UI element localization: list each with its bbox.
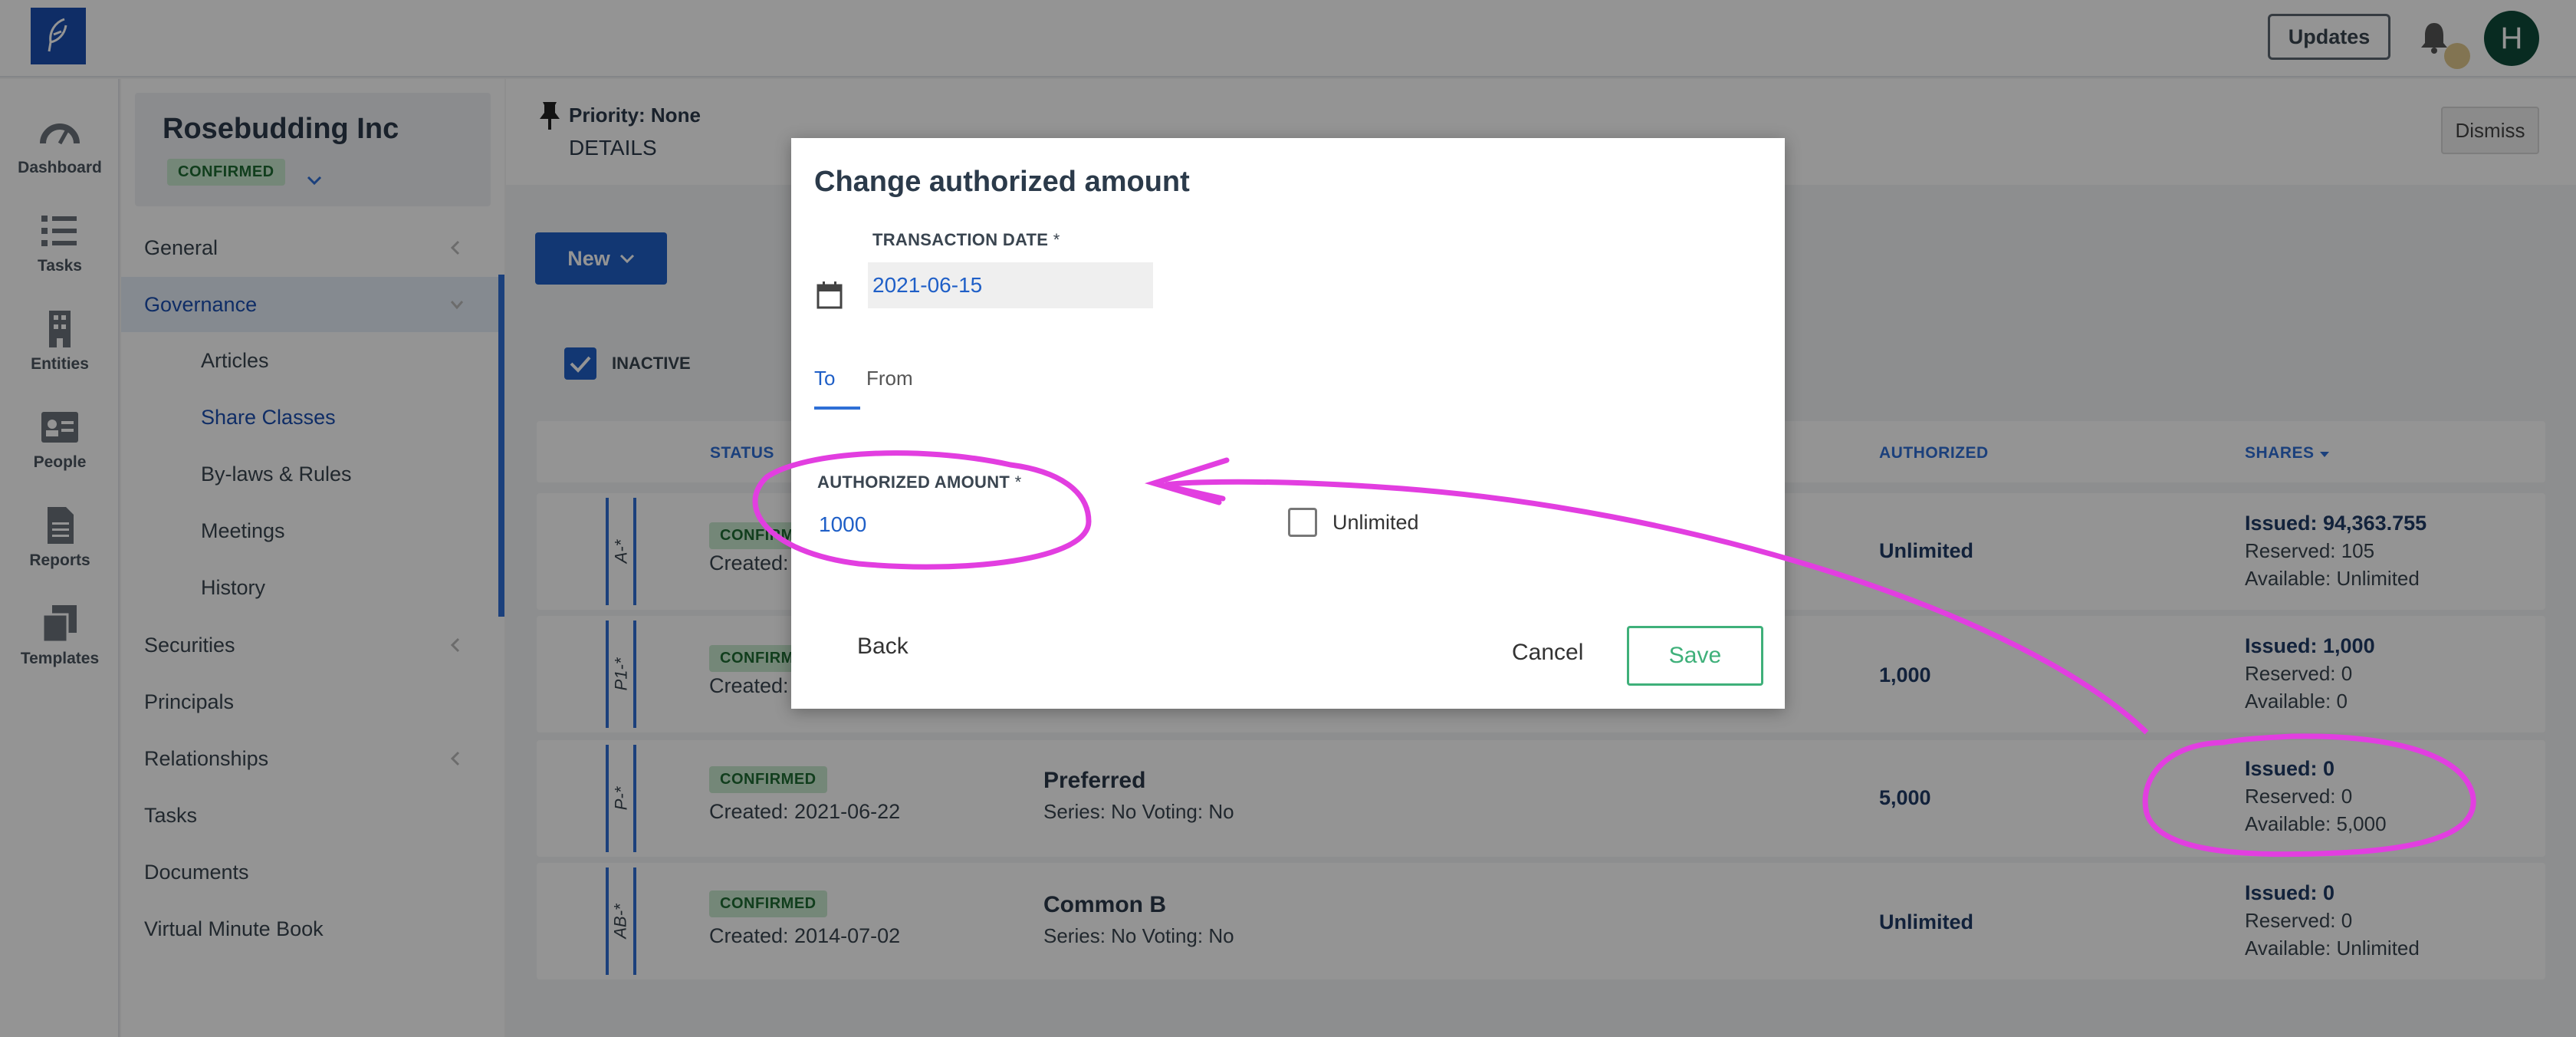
dialog-title: Change authorized amount [814, 166, 1190, 198]
required-mark: * [1053, 230, 1060, 249]
unlimited-checkbox[interactable] [1288, 508, 1317, 537]
unlimited-label: Unlimited [1332, 511, 1419, 534]
transaction-date-label: TRANSACTION DATE * [872, 230, 1060, 250]
cancel-button[interactable]: Cancel [1512, 640, 1583, 666]
authorized-amount-label-text: AUTHORIZED AMOUNT [817, 472, 1010, 492]
active-tab-indicator [814, 407, 860, 410]
authorized-amount-input[interactable] [819, 506, 1049, 543]
back-button[interactable]: Back [857, 634, 909, 660]
authorized-amount-label: AUTHORIZED AMOUNT * [817, 472, 1021, 492]
tab-to[interactable]: To [814, 367, 835, 390]
calendar-icon[interactable] [816, 281, 843, 310]
required-mark: * [1014, 472, 1022, 492]
transaction-date-label-text: TRANSACTION DATE [872, 230, 1049, 249]
tab-from[interactable]: From [866, 367, 913, 390]
transaction-date-input[interactable] [868, 262, 1153, 308]
save-button[interactable]: Save [1627, 626, 1763, 686]
change-authorized-amount-dialog: Change authorized amount TRANSACTION DAT… [791, 138, 1785, 709]
